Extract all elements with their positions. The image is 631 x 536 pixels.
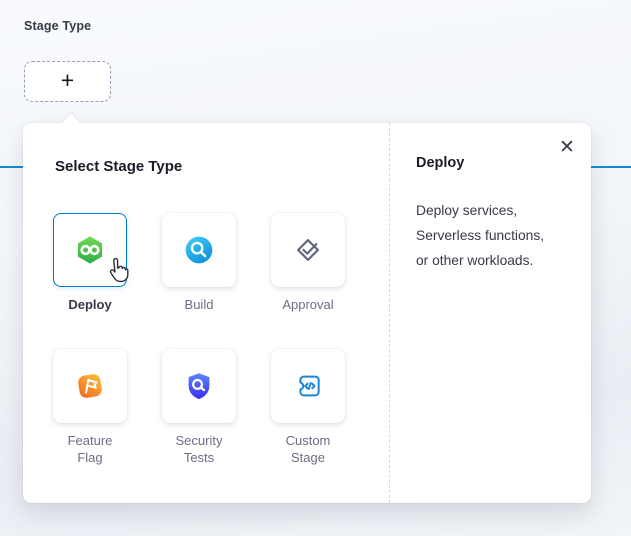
security-shield-magnifier-icon bbox=[183, 370, 215, 402]
stage-card-label: Security Tests bbox=[162, 432, 236, 466]
stage-card-label: Feature Flag bbox=[53, 432, 127, 466]
stage-card-deploy-tile[interactable] bbox=[53, 213, 127, 287]
stage-type-label: Stage Type bbox=[24, 19, 91, 33]
detail-description: Deploy services, Serverless functions, o… bbox=[416, 198, 591, 273]
stage-card-feature-flag-tile[interactable] bbox=[53, 349, 127, 423]
detail-description-line: or other workloads. bbox=[416, 248, 591, 273]
stage-card-label: Custom Stage bbox=[271, 432, 345, 466]
popover-title: Select Stage Type bbox=[55, 158, 182, 175]
stage-card-build[interactable]: Build bbox=[162, 213, 236, 313]
detail-description-line: Deploy services, bbox=[416, 198, 591, 223]
stage-detail-panel: Deploy Deploy services, Serverless funct… bbox=[389, 123, 591, 503]
feature-flag-icon bbox=[74, 370, 106, 402]
custom-stage-code-icon bbox=[292, 370, 324, 402]
stage-card-approval[interactable]: Approval bbox=[271, 213, 345, 313]
ci-circle-magnifier-icon bbox=[183, 234, 215, 266]
stage-card-label: Build bbox=[162, 296, 236, 313]
stage-card-security-tests[interactable]: Security Tests bbox=[162, 349, 236, 466]
stage-card-deploy[interactable]: Deploy bbox=[53, 213, 127, 313]
stage-type-grid: Deploy Build bbox=[53, 213, 345, 466]
stage-card-custom-stage-tile[interactable] bbox=[271, 349, 345, 423]
approval-diamond-check-icon bbox=[292, 234, 324, 266]
stage-card-label: Deploy bbox=[53, 296, 127, 313]
popover-arrow bbox=[61, 113, 81, 124]
add-stage-button[interactable]: + bbox=[24, 61, 111, 102]
cd-hexagon-icon bbox=[74, 234, 106, 266]
close-button[interactable]: ✕ bbox=[555, 135, 579, 159]
stage-card-security-tests-tile[interactable] bbox=[162, 349, 236, 423]
stage-card-label: Approval bbox=[271, 296, 345, 313]
stage-type-popover: Select Stage Type D bbox=[23, 123, 591, 503]
plus-icon: + bbox=[61, 69, 74, 92]
stage-card-build-tile[interactable] bbox=[162, 213, 236, 287]
close-icon: ✕ bbox=[559, 138, 575, 157]
detail-description-line: Serverless functions, bbox=[416, 223, 591, 248]
stage-card-feature-flag[interactable]: Feature Flag bbox=[53, 349, 127, 466]
stage-card-approval-tile[interactable] bbox=[271, 213, 345, 287]
pipeline-canvas: Stage Type + Select Stage Type bbox=[0, 0, 631, 536]
stage-card-custom-stage[interactable]: Custom Stage bbox=[271, 349, 345, 466]
